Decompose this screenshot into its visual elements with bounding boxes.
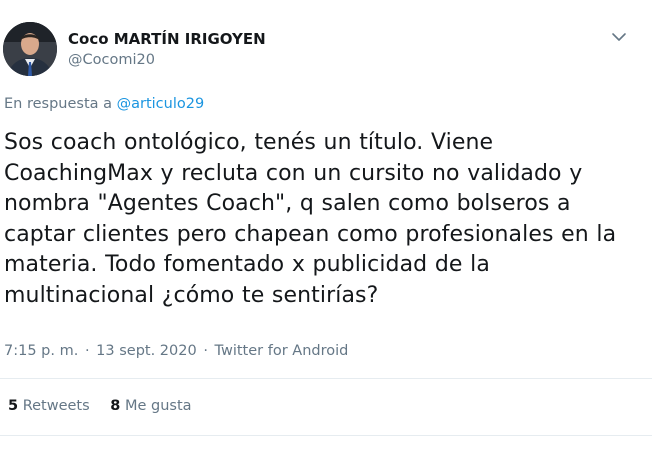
tweet-text-line: nombra "Agentes Coach", q salen como bol… xyxy=(4,191,571,216)
tweet: Coco MARTÍN IRIGOYEN @Cocomi20 En respue… xyxy=(0,0,652,450)
avatar[interactable] xyxy=(3,22,57,76)
retweets-count: 5 xyxy=(8,398,19,414)
meta-separator: · xyxy=(84,343,90,359)
tweet-text-line: Sos coach ontológico, tenés un título. V… xyxy=(4,130,494,155)
tweet-text-line: captar clientes pero chapean como profes… xyxy=(4,221,617,247)
reply-context: En respuesta a @articulo29 xyxy=(4,96,204,112)
tweet-date[interactable]: 13 sept. 2020 xyxy=(96,343,197,359)
author-display-name[interactable]: Coco MARTÍN IRIGOYEN xyxy=(68,30,266,48)
tweet-text: Sos coach ontológico, tenés un título. V… xyxy=(4,128,634,311)
divider xyxy=(0,435,652,436)
chevron-down-icon[interactable] xyxy=(609,28,629,46)
tweet-time[interactable]: 7:15 p. m. xyxy=(4,343,78,359)
tweet-text-line: materia. Todo fomentado x publicidad de … xyxy=(4,252,490,277)
retweets-label: Retweets xyxy=(22,398,90,414)
reply-mention-link[interactable]: @articulo29 xyxy=(117,96,205,112)
avatar-photo xyxy=(3,22,57,76)
author-handle[interactable]: @Cocomi20 xyxy=(68,52,155,68)
tweet-source[interactable]: Twitter for Android xyxy=(215,343,349,359)
meta-separator: · xyxy=(203,343,208,359)
likes-stat[interactable]: 8 Me gusta xyxy=(110,398,191,414)
tweet-metadata: 7:15 p. m. · 13 sept. 2020 · Twitter for… xyxy=(4,343,348,359)
tweet-text-line: CoachingMax y recluta con un cursito no … xyxy=(4,160,583,186)
divider xyxy=(0,378,652,379)
retweets-stat[interactable]: 5 Retweets xyxy=(8,398,90,414)
likes-label: Me gusta xyxy=(125,398,192,414)
tweet-stats: 5 Retweets 8 Me gusta xyxy=(8,398,192,414)
reply-prefix: En respuesta a xyxy=(4,96,113,112)
likes-count: 8 xyxy=(110,398,121,414)
tweet-text-line: multinacional ¿cómo te sentirías? xyxy=(4,282,379,308)
